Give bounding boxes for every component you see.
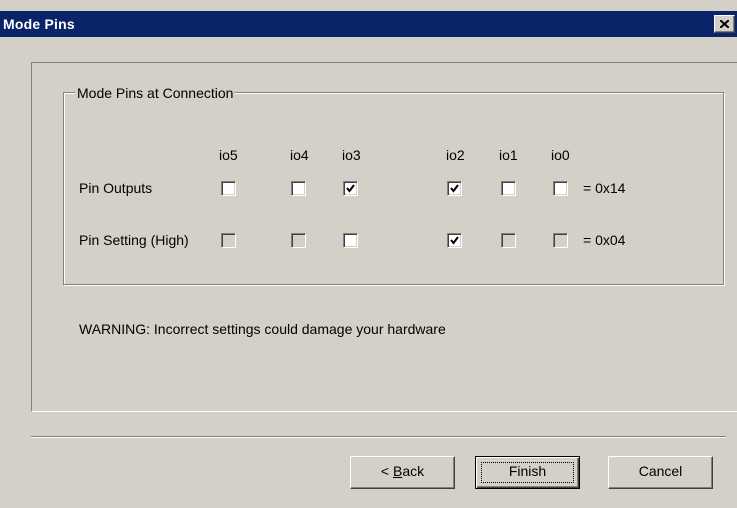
close-button[interactable] <box>714 15 735 33</box>
col-header-io2: io2 <box>446 147 465 163</box>
window-title: Mode Pins <box>3 16 75 32</box>
checkbox-pin-outputs-io3[interactable] <box>343 181 358 196</box>
cancel-button[interactable]: Cancel <box>608 456 713 489</box>
finish-button-label: Finish <box>508 463 547 479</box>
cancel-button-label: Cancel <box>638 463 683 479</box>
col-header-io1: io1 <box>499 147 518 163</box>
col-header-io5: io5 <box>219 147 238 163</box>
row-label-pin-setting: Pin Setting (High) <box>79 232 189 248</box>
checkbox-pin-outputs-io0[interactable] <box>553 181 568 196</box>
checkbox-pin-outputs-io5[interactable] <box>221 181 236 196</box>
checkbox-pin-setting-io5[interactable] <box>221 233 236 248</box>
title-bar[interactable]: Mode Pins <box>0 11 737 37</box>
checkbox-pin-setting-io3[interactable] <box>343 233 358 248</box>
warning-text: WARNING: Incorrect settings could damage… <box>79 321 446 337</box>
checkbox-pin-outputs-io1[interactable] <box>501 181 516 196</box>
close-x-icon <box>720 20 729 28</box>
row-label-pin-outputs: Pin Outputs <box>79 180 153 196</box>
checkbox-pin-outputs-io2[interactable] <box>447 181 462 196</box>
back-button-label: < Back <box>380 463 425 479</box>
col-header-io4: io4 <box>290 147 309 163</box>
col-header-io0: io0 <box>551 147 570 163</box>
checkbox-pin-outputs-io4[interactable] <box>291 181 306 196</box>
checkbox-pin-setting-io1[interactable] <box>501 233 516 248</box>
back-button[interactable]: < Back <box>350 456 455 489</box>
checkbox-pin-setting-io0[interactable] <box>553 233 568 248</box>
button-separator <box>31 436 726 438</box>
pin-setting-hex-value: = 0x04 <box>583 232 626 248</box>
checkbox-pin-setting-io2[interactable] <box>447 233 462 248</box>
col-header-io3: io3 <box>342 147 361 163</box>
pin-outputs-hex-value: = 0x14 <box>583 180 626 196</box>
group-legend: Mode Pins at Connection <box>75 85 236 101</box>
finish-button[interactable]: Finish <box>475 456 580 489</box>
checkbox-pin-setting-io4[interactable] <box>291 233 306 248</box>
